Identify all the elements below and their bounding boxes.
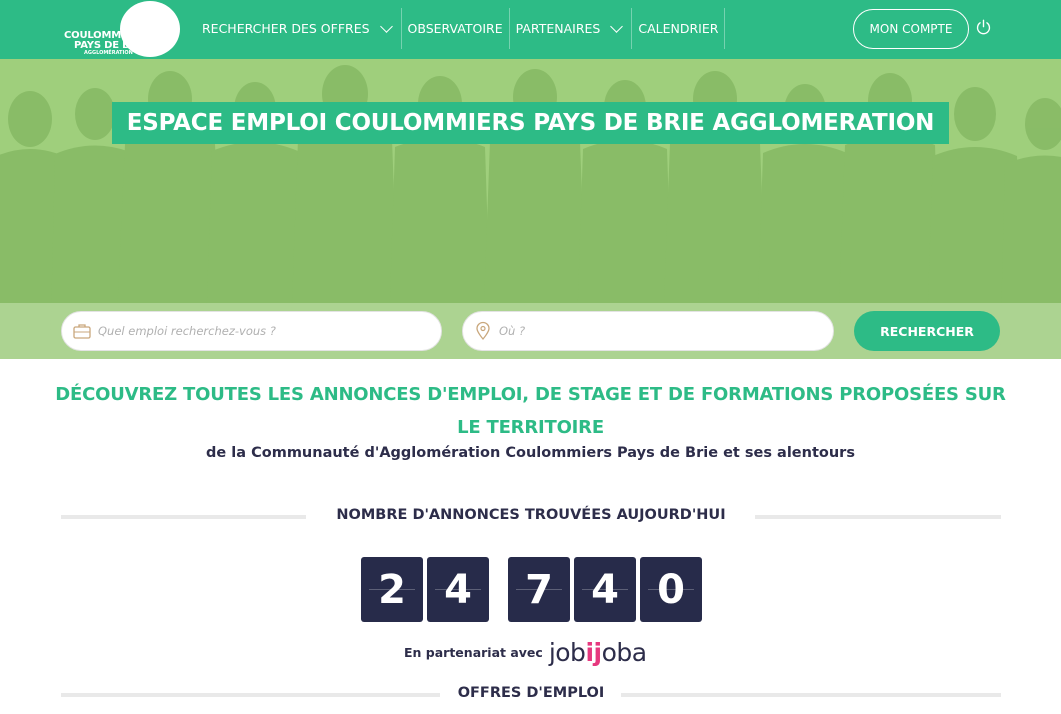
chevron-down-icon bbox=[610, 19, 624, 33]
count-section-title: NOMBRE D'ANNONCES TROUVÉES AUJOURD'HUI bbox=[336, 507, 726, 523]
search-bar: RECHERCHER bbox=[0, 303, 1061, 359]
power-icon[interactable] bbox=[975, 19, 992, 36]
top-navigation-bar: COULOMMIERS PAYS DE BRIE AGGLOMÉRATION R… bbox=[0, 0, 1061, 59]
partner-text: En partenariat avec bbox=[404, 644, 543, 660]
location-search-field[interactable] bbox=[462, 311, 834, 351]
search-button[interactable]: RECHERCHER bbox=[854, 311, 1000, 351]
counter-digit: 7 bbox=[508, 557, 570, 622]
nav-item-label: RECHERCHER DES OFFRES bbox=[202, 21, 370, 36]
nav-item-rechercher-des-offres[interactable]: RECHERCHER DES OFFRES bbox=[196, 8, 402, 49]
main-nav: RECHERCHER DES OFFRES OBSERVATOIRE PARTE… bbox=[196, 8, 726, 49]
job-search-field[interactable] bbox=[61, 311, 442, 351]
site-logo[interactable]: COULOMMIERS PAYS DE BRIE AGGLOMÉRATION bbox=[62, 0, 180, 58]
counter-group-thousands: 2 4 bbox=[361, 557, 493, 622]
hero-banner: ESPACE EMPLOI COULOMMIERS PAYS DE BRIE A… bbox=[0, 59, 1061, 359]
nav-item-label: PARTENAIRES bbox=[515, 21, 601, 36]
partner-banner: En partenariat avec jobijoba bbox=[404, 636, 647, 668]
nav-item-label: OBSERVATOIRE bbox=[407, 21, 503, 36]
offers-section-title: OFFRES D'EMPLOI bbox=[457, 685, 605, 701]
counter-digit: 2 bbox=[361, 557, 423, 622]
logo-part: job bbox=[548, 637, 586, 667]
counter-group-units: 7 4 0 bbox=[508, 557, 706, 622]
count-section-header: NOMBRE D'ANNONCES TROUVÉES AUJOURD'HUI bbox=[61, 504, 1001, 528]
offers-section-header: OFFRES D'EMPLOI bbox=[61, 682, 1001, 706]
nav-item-calendrier[interactable]: CALENDRIER bbox=[632, 8, 726, 49]
main-headline: DÉCOUVREZ TOUTES LES ANNONCES D'EMPLOI, … bbox=[55, 384, 1006, 438]
counter-digit: 0 bbox=[640, 557, 702, 622]
logo-part: oba bbox=[601, 637, 647, 667]
nav-item-partenaires[interactable]: PARTENAIRES bbox=[510, 8, 633, 49]
counter-digit: 4 bbox=[574, 557, 636, 622]
my-account-button[interactable]: MON COMPTE bbox=[853, 9, 969, 49]
job-search-input[interactable] bbox=[98, 324, 378, 338]
sub-headline: de la Communauté d'Agglomération Coulomm… bbox=[206, 445, 855, 461]
page-title: ESPACE EMPLOI COULOMMIERS PAYS DE BRIE A… bbox=[112, 102, 949, 144]
jobijoba-logo[interactable]: jobijoba bbox=[549, 638, 647, 667]
nav-item-label: CALENDRIER bbox=[638, 21, 719, 36]
briefcase-icon bbox=[73, 324, 91, 339]
counter-digit: 4 bbox=[427, 557, 489, 622]
nav-item-observatoire[interactable]: OBSERVATOIRE bbox=[402, 8, 510, 49]
logo-part: ij bbox=[585, 637, 602, 667]
map-pin-icon bbox=[476, 321, 490, 340]
logo-line-3: AGGLOMÉRATION bbox=[84, 50, 133, 56]
location-search-input[interactable] bbox=[499, 324, 779, 338]
chevron-down-icon bbox=[379, 19, 393, 33]
